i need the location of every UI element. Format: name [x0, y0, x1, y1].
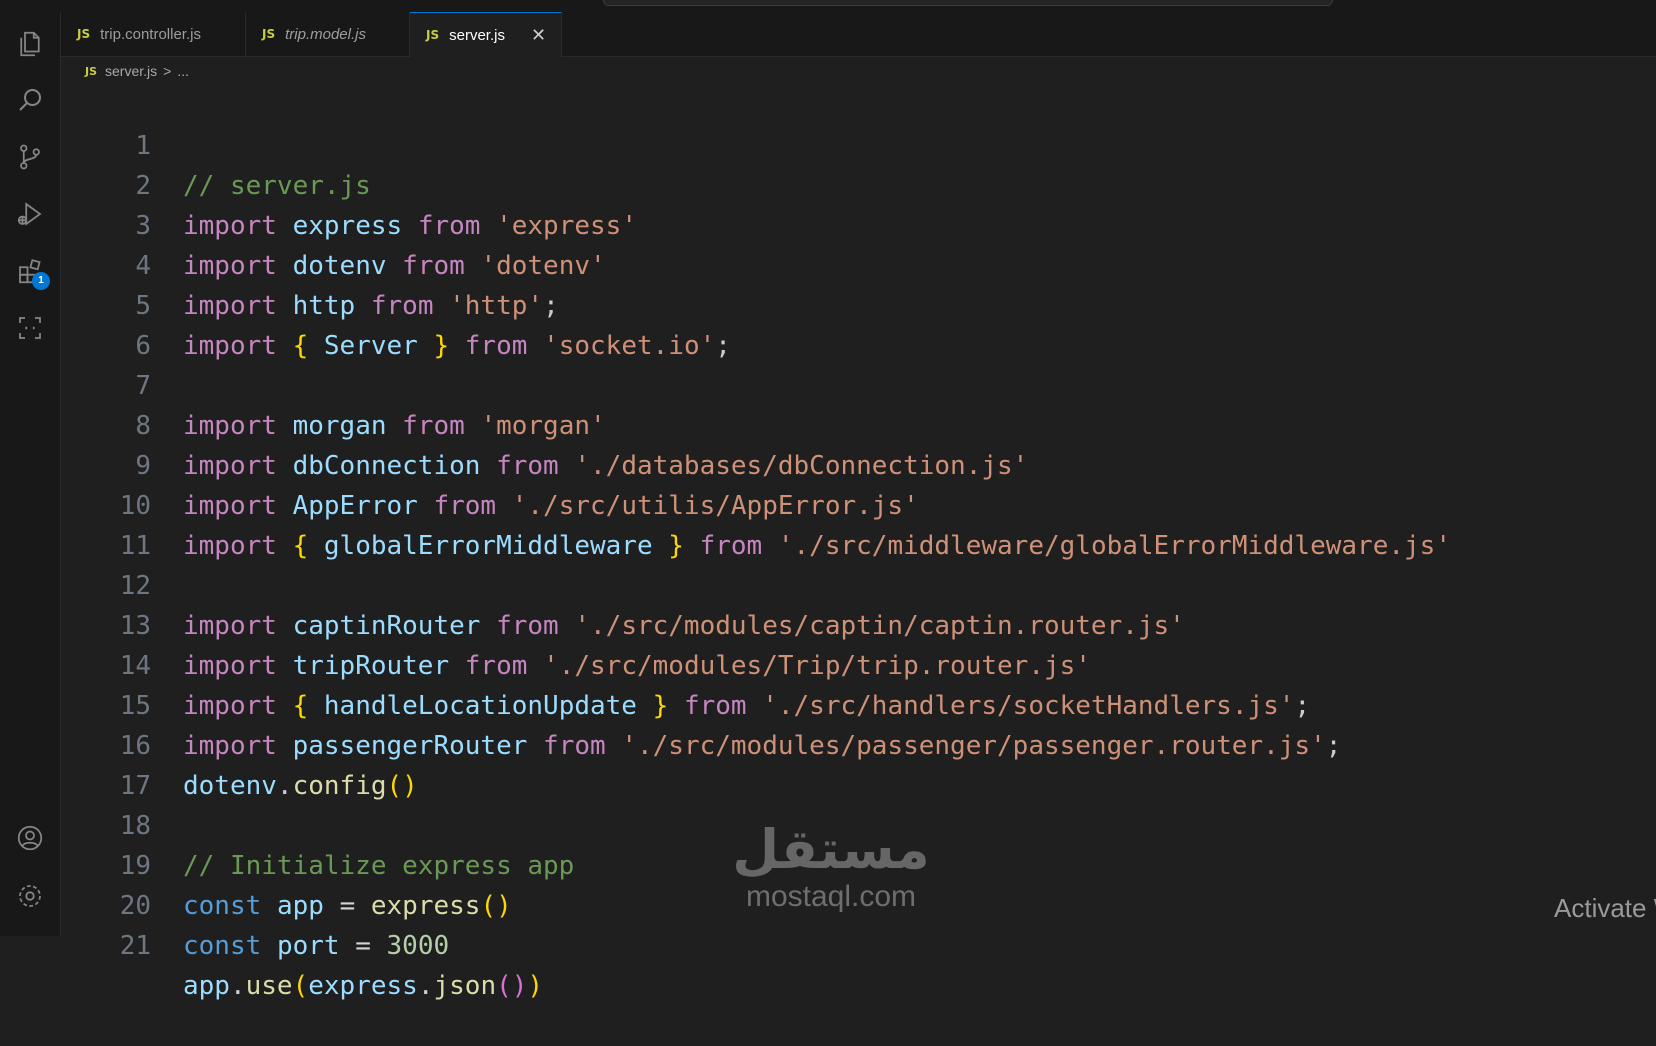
code-line: 5 import { Server } from 'socket.io';: [61, 246, 1656, 361]
code-line: 7 import morgan from 'morgan': [61, 326, 1656, 441]
code-line: 4 import http from 'http';: [61, 206, 1656, 321]
code-editor[interactable]: 1 // server.js 2 import express from 'ex…: [61, 86, 1656, 1001]
title-bar: [0, 0, 1656, 12]
breadcrumb-file[interactable]: server.js: [105, 63, 157, 79]
breadcrumb-symbol[interactable]: ...: [177, 63, 189, 79]
watermark-logo: مستقل mostaql.com: [726, 820, 936, 916]
code-text: app.use(express.json()): [183, 971, 544, 1001]
code-line: 1 // server.js: [61, 86, 1656, 201]
js-file-icon: JS: [426, 28, 440, 42]
search-icon[interactable]: [12, 82, 48, 118]
js-file-icon: JS: [77, 27, 91, 41]
activate-windows-text: Activate W: [1554, 893, 1656, 923]
remote-explorer-icon[interactable]: [12, 310, 48, 346]
code-line: 3 import dotenv from 'dotenv': [61, 166, 1656, 281]
code-line: 12 import captinRouter from './src/modul…: [61, 526, 1656, 641]
tab-label: trip.controller.js: [100, 25, 201, 43]
code-line: 18 // Initialize express app: [61, 766, 1656, 881]
code-line: 2 import express from 'express': [61, 126, 1656, 241]
code-line: 17: [61, 726, 1656, 801]
code-line: 8 import dbConnection from './databases/…: [61, 366, 1656, 481]
tab-label: trip.model.js: [285, 25, 366, 43]
settings-gear-icon[interactable]: [12, 878, 48, 914]
code-line: 13 import tripRouter from './src/modules…: [61, 566, 1656, 681]
activity-bar: 1: [0, 12, 61, 936]
source-control-icon[interactable]: [12, 139, 48, 175]
run-debug-icon[interactable]: [12, 196, 48, 232]
watermark-arabic: مستقل: [732, 818, 930, 881]
editor-tab-bar: JS trip.controller.js JS trip.model.js J…: [61, 12, 1656, 57]
line-number: 21: [119, 931, 151, 961]
code-text: const port = 3000: [183, 931, 450, 961]
tab-server[interactable]: JS server.js ✕: [410, 12, 562, 57]
extensions-badge: 1: [32, 272, 50, 290]
account-icon[interactable]: [12, 820, 48, 856]
code-line: 16 dotenv.config(): [61, 686, 1656, 801]
watermark-latin: mostaql.com: [745, 880, 917, 913]
code-line: 9 import AppError from './src/utilis/App…: [61, 406, 1656, 521]
command-center[interactable]: [603, 0, 1333, 6]
chevron-right-icon: >: [163, 63, 172, 79]
tab-trip-model[interactable]: JS trip.model.js: [246, 12, 410, 56]
code-line: 6: [61, 286, 1656, 361]
close-icon[interactable]: ✕: [531, 26, 546, 44]
tab-trip-controller[interactable]: JS trip.controller.js: [61, 12, 246, 56]
extensions-icon[interactable]: 1: [12, 253, 50, 290]
tab-label: server.js: [449, 26, 505, 44]
code-line: 10 import { globalErrorMiddleware } from…: [61, 446, 1656, 561]
code-line: 11: [61, 486, 1656, 561]
code-line: 15 import passengerRouter from './src/mo…: [61, 646, 1656, 761]
breadcrumb: JS server.js > ...: [85, 60, 189, 82]
js-file-icon: JS: [85, 64, 98, 78]
files-icon[interactable]: [12, 26, 48, 62]
code-line: 14 import { handleLocationUpdate } from …: [61, 606, 1656, 721]
js-file-icon: JS: [262, 27, 276, 41]
